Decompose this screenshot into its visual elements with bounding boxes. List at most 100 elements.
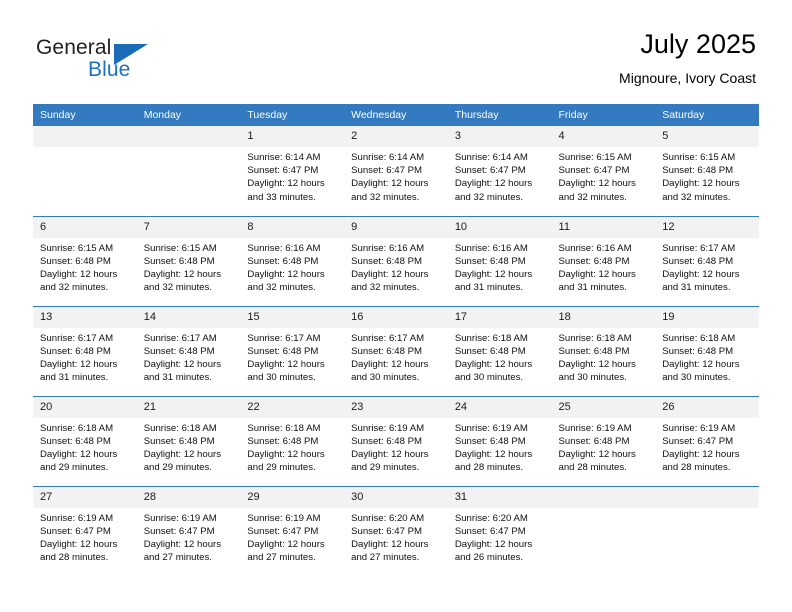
day-sunset-line: Sunset: 6:47 PM bbox=[247, 525, 319, 537]
day-daylight-line: and 32 minutes. bbox=[40, 282, 109, 294]
day-sunrise-line: Sunrise: 6:19 AM bbox=[40, 512, 114, 524]
calendar-day-cell[interactable]: 1 Sunrise: 6:14 AM Sunset: 6:47 PM Daylight… bbox=[240, 126, 345, 216]
weekday-header-friday: Friday bbox=[551, 104, 656, 126]
day-daylight-line: Daylight: 12 hours bbox=[40, 448, 118, 460]
day-daylight-line: Daylight: 12 hours bbox=[454, 448, 533, 460]
calendar-day-cell[interactable]: 5 Sunrise: 6:15 AM Sunset: 6:48 PM Daylight… bbox=[655, 126, 759, 216]
calendar-day-cell[interactable]: 4 Sunrise: 6:15 AM Sunset: 6:47 PM Daylight… bbox=[551, 126, 656, 216]
calendar-day-cell[interactable]: 26 Sunrise: 6:19 AM Sunset: 6:47 PM Dayligh… bbox=[655, 395, 759, 486]
day-sun-info: Sunrise: 6:14 AM Sunset: 6:47 PM Daylight:… bbox=[448, 147, 552, 204]
day-number: 7 bbox=[136, 216, 241, 238]
day-daylight-line: Daylight: 12 hours bbox=[247, 358, 325, 370]
day-daylight-line: Daylight: 12 hours bbox=[558, 178, 636, 190]
calendar-day-cell[interactable]: 25 Sunrise: 6:19 AM Sunset: 6:48 PM Dayligh… bbox=[551, 395, 656, 486]
day-daylight-line: and 28 minutes. bbox=[558, 462, 627, 474]
day-daylight-line: Daylight: 12 hours bbox=[143, 268, 222, 280]
day-sun-info: Sunrise: 6:17 AM Sunset: 6:48 PM Daylight:… bbox=[344, 328, 448, 385]
calendar-day-cell[interactable]: 30 Sunrise: 6:20 AM Sunset: 6:47 PM Dayligh… bbox=[344, 485, 448, 576]
day-sunset-line: Sunset: 6:48 PM bbox=[40, 255, 111, 267]
day-sunset-line: Sunset: 6:48 PM bbox=[662, 165, 734, 177]
calendar-day-cell[interactable]: 13 Sunrise: 6:17 AM Sunset: 6:48 PM Dayligh… bbox=[33, 305, 137, 396]
general-blue-logo: General Blue bbox=[36, 36, 166, 84]
day-daylight-line: Daylight: 12 hours bbox=[454, 268, 533, 280]
day-sunrise-line: Sunrise: 6:16 AM bbox=[558, 242, 632, 254]
weekday-header-wednesday: Wednesday bbox=[344, 104, 448, 126]
day-sunrise-line: Sunrise: 6:14 AM bbox=[454, 152, 528, 163]
calendar-day-cell[interactable]: 20 Sunrise: 6:18 AM Sunset: 6:48 PM Dayligh… bbox=[33, 395, 137, 486]
day-sunset-line: Sunset: 6:48 PM bbox=[143, 345, 215, 357]
day-sun-info: Sunrise: 6:18 AM Sunset: 6:48 PM Daylight:… bbox=[655, 328, 759, 385]
day-sunset-line: Sunset: 6:48 PM bbox=[247, 255, 319, 267]
day-daylight-line: and 30 minutes. bbox=[351, 372, 420, 384]
day-number: 25 bbox=[551, 396, 656, 418]
day-sunrise-line: Sunrise: 6:19 AM bbox=[454, 422, 528, 434]
day-daylight-line: and 29 minutes. bbox=[40, 462, 109, 474]
calendar-day-cell[interactable]: 17 Sunrise: 6:18 AM Sunset: 6:48 PM Dayligh… bbox=[447, 305, 552, 396]
day-number: 20 bbox=[33, 396, 137, 418]
calendar-day-cell[interactable]: 19 Sunrise: 6:18 AM Sunset: 6:48 PM Dayligh… bbox=[655, 305, 759, 396]
day-sunset-line: Sunset: 6:48 PM bbox=[143, 435, 215, 447]
calendar-day-cell[interactable]: 14 Sunrise: 6:17 AM Sunset: 6:48 PM Dayligh… bbox=[136, 305, 241, 396]
calendar-day-cell[interactable]: 31 Sunrise: 6:20 AM Sunset: 6:47 PM Dayligh… bbox=[447, 485, 552, 576]
day-daylight-line: and 31 minutes. bbox=[662, 282, 731, 294]
calendar-day-cell[interactable]: 9 Sunrise: 6:16 AM Sunset: 6:48 PM Daylight… bbox=[344, 215, 448, 306]
day-sunrise-line: Sunrise: 6:19 AM bbox=[662, 422, 736, 434]
calendar-grid: Sunday Monday Tuesday Wednesday Thursday Frid… bbox=[33, 104, 759, 576]
day-sun-info: Sunrise: 6:18 AM Sunset: 6:48 PM Daylight:… bbox=[137, 418, 241, 475]
day-sunset-line: Sunset: 6:48 PM bbox=[662, 345, 734, 357]
calendar-day-cell[interactable]: 27 Sunrise: 6:19 AM Sunset: 6:47 PM Dayligh… bbox=[33, 485, 137, 576]
day-sunset-line: Sunset: 6:48 PM bbox=[558, 255, 630, 267]
weekday-header-sunday: Sunday bbox=[33, 104, 137, 126]
calendar-page: General Blue July 2025 Mignoure, Ivory C… bbox=[0, 0, 792, 612]
day-number: 31 bbox=[447, 486, 552, 508]
calendar-day-cell[interactable]: 2 Sunrise: 6:14 AM Sunset: 6:47 PM Daylight… bbox=[344, 126, 448, 216]
day-sun-info: Sunrise: 6:19 AM Sunset: 6:47 PM Daylight:… bbox=[655, 418, 759, 475]
calendar-day-cell[interactable]: 16 Sunrise: 6:17 AM Sunset: 6:48 PM Dayligh… bbox=[344, 305, 448, 396]
day-daylight-line: Daylight: 12 hours bbox=[247, 178, 325, 190]
calendar-day-cell[interactable]: 7 Sunrise: 6:15 AM Sunset: 6:48 PM Daylight… bbox=[136, 215, 241, 306]
calendar-day-cell[interactable]: 12 Sunrise: 6:17 AM Sunset: 6:48 PM Dayligh… bbox=[655, 215, 759, 306]
calendar-day-cell[interactable]: 21 Sunrise: 6:18 AM Sunset: 6:48 PM Dayligh… bbox=[136, 395, 241, 486]
calendar-day-cell-empty bbox=[136, 126, 241, 216]
day-daylight-line: Daylight: 12 hours bbox=[247, 268, 325, 280]
calendar-day-cell-empty bbox=[655, 485, 759, 576]
day-sunset-line: Sunset: 6:47 PM bbox=[247, 165, 319, 177]
day-daylight-line: and 32 minutes. bbox=[351, 191, 420, 203]
calendar-day-cell-empty bbox=[551, 485, 656, 576]
calendar-day-cell[interactable]: 29 Sunrise: 6:19 AM Sunset: 6:47 PM Dayligh… bbox=[240, 485, 345, 576]
day-number: 13 bbox=[33, 306, 137, 328]
day-sun-info: Sunrise: 6:14 AM Sunset: 6:47 PM Daylight:… bbox=[240, 147, 344, 204]
page-title: July 2025 bbox=[640, 29, 756, 59]
day-sunset-line: Sunset: 6:47 PM bbox=[454, 165, 526, 177]
calendar-day-cell[interactable]: 8 Sunrise: 6:16 AM Sunset: 6:48 PM Daylight… bbox=[240, 215, 345, 306]
day-sun-info: Sunrise: 6:18 AM Sunset: 6:48 PM Daylight:… bbox=[33, 418, 137, 475]
calendar-day-cell[interactable]: 15 Sunrise: 6:17 AM Sunset: 6:48 PM Dayligh… bbox=[240, 305, 345, 396]
day-daylight-line: and 29 minutes. bbox=[247, 462, 316, 474]
day-number: 28 bbox=[136, 486, 241, 508]
day-daylight-line: Daylight: 12 hours bbox=[558, 448, 636, 460]
day-daylight-line: Daylight: 12 hours bbox=[454, 538, 533, 550]
day-number: 30 bbox=[344, 486, 448, 508]
day-daylight-line: and 30 minutes. bbox=[247, 372, 316, 384]
calendar-day-cell[interactable]: 11 Sunrise: 6:16 AM Sunset: 6:48 PM Dayligh… bbox=[551, 215, 656, 306]
calendar-day-cell[interactable]: 23 Sunrise: 6:19 AM Sunset: 6:48 PM Dayligh… bbox=[344, 395, 448, 486]
day-sun-info: Sunrise: 6:15 AM Sunset: 6:48 PM Daylight:… bbox=[33, 238, 137, 295]
calendar-week-row: 13 Sunrise: 6:17 AM Sunset: 6:48 PM Dayligh… bbox=[33, 305, 759, 396]
day-daylight-line: Daylight: 12 hours bbox=[40, 268, 118, 280]
day-daylight-line: and 32 minutes. bbox=[662, 191, 731, 203]
calendar-day-cell[interactable]: 22 Sunrise: 6:18 AM Sunset: 6:48 PM Dayligh… bbox=[240, 395, 345, 486]
calendar-day-cell-empty bbox=[33, 126, 137, 216]
calendar-day-cell[interactable]: 24 Sunrise: 6:19 AM Sunset: 6:48 PM Dayligh… bbox=[447, 395, 552, 486]
day-sunset-line: Sunset: 6:47 PM bbox=[351, 165, 423, 177]
day-sun-info: Sunrise: 6:20 AM Sunset: 6:47 PM Daylight:… bbox=[448, 508, 552, 565]
weekday-header-thursday: Thursday bbox=[447, 104, 552, 126]
calendar-day-cell[interactable]: 10 Sunrise: 6:16 AM Sunset: 6:48 PM Dayligh… bbox=[447, 215, 552, 306]
day-number: 14 bbox=[136, 306, 241, 328]
calendar-day-cell[interactable]: 6 Sunrise: 6:15 AM Sunset: 6:48 PM Daylight… bbox=[33, 215, 137, 306]
calendar-body: 1 Sunrise: 6:14 AM Sunset: 6:47 PM Daylight… bbox=[33, 126, 759, 576]
day-number: 1 bbox=[240, 126, 345, 147]
calendar-day-cell[interactable]: 3 Sunrise: 6:14 AM Sunset: 6:47 PM Daylight… bbox=[447, 126, 552, 216]
calendar-day-cell[interactable]: 28 Sunrise: 6:19 AM Sunset: 6:47 PM Dayligh… bbox=[136, 485, 241, 576]
day-daylight-line: Daylight: 12 hours bbox=[351, 268, 429, 280]
calendar-day-cell[interactable]: 18 Sunrise: 6:18 AM Sunset: 6:48 PM Dayligh… bbox=[551, 305, 656, 396]
